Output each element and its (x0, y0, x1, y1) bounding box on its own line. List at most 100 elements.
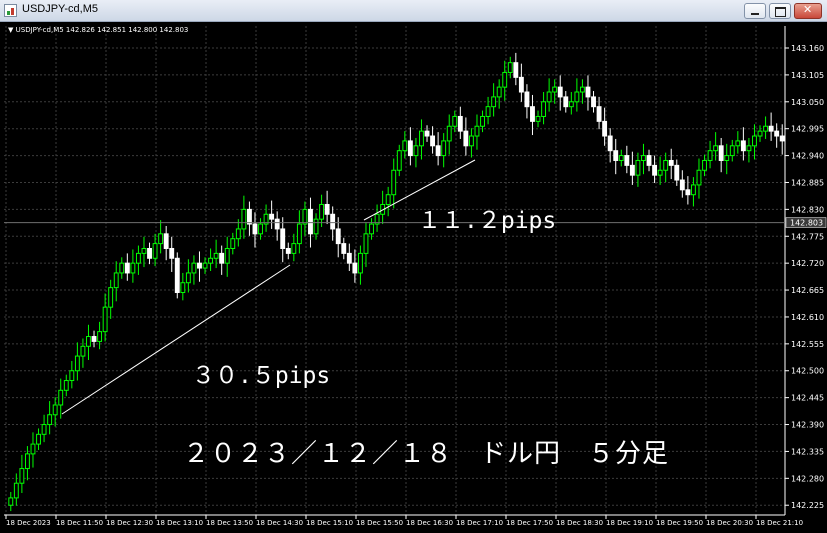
symbol-info-bar: ▼ USDJPY-cd,M5 142.826 142.851 142.800 1… (8, 26, 188, 34)
candle-bull (13, 482, 19, 499)
candle-bull (41, 424, 47, 435)
candle-bear (341, 243, 347, 254)
candle-bull (657, 169, 663, 176)
candle-bull (757, 130, 763, 137)
candle-bear (685, 189, 691, 196)
x-tick-label: 18 Dec 21:10 (756, 519, 803, 527)
candle-bear (169, 247, 175, 259)
candle-bear (563, 96, 569, 108)
candle-bull (419, 130, 424, 147)
candle-bull (135, 252, 141, 264)
candle-bear (613, 150, 619, 161)
candle-bull (635, 159, 641, 176)
x-tick-label: 18 Dec 18:30 (556, 519, 603, 527)
candle-bear (352, 262, 358, 274)
collapse-triangle-icon[interactable]: ▼ (8, 26, 13, 34)
candle-bull (729, 145, 735, 157)
candle-bull (213, 252, 219, 259)
y-tick-label: 142.335 (791, 447, 824, 456)
candle-bull (574, 91, 580, 103)
y-tick-label: 142.830 (791, 205, 824, 214)
minimize-button[interactable] (744, 3, 766, 19)
y-tick-label: 142.665 (791, 286, 824, 295)
candle-bear (346, 252, 352, 264)
candle-bull (707, 150, 713, 161)
candle-bear (252, 223, 258, 235)
candle-bull (313, 218, 319, 235)
y-tick-label: 143.105 (791, 71, 824, 80)
candle-bull (752, 135, 757, 147)
candle-bull (36, 433, 41, 445)
x-tick-label: 18 Dec 19:50 (656, 519, 703, 527)
candle-bull (69, 370, 75, 382)
x-tick-label: 18 Dec 13:10 (156, 519, 203, 527)
candle-bear (197, 262, 202, 269)
symbol-ohlc-text: USDJPY-cd,M5 142.826 142.851 142.800 142… (15, 26, 189, 34)
candle-bull (158, 233, 164, 245)
chart-area[interactable]: 143.160 143.105 143.050 142.995 142.940 142.8… (0, 22, 827, 533)
candle-bull (763, 125, 769, 132)
candle-bull (241, 208, 247, 230)
candle-bear (274, 218, 280, 230)
candle-bear (91, 336, 97, 342)
candle-bull (47, 414, 53, 426)
annotation-chart-caption: ２０２３／１２／１８ ドル円 ５分足 (183, 439, 670, 469)
candle-bear (530, 106, 535, 122)
candle-bear (624, 155, 630, 166)
x-tick-label: 18 Dec 20:30 (706, 519, 753, 527)
candle-bear (174, 257, 180, 294)
candle-bear (163, 233, 169, 249)
candle-bull (385, 194, 391, 205)
candle-bull (480, 115, 485, 127)
candle-bear (430, 135, 436, 147)
candle-bull (185, 272, 191, 284)
candle-bull (208, 257, 214, 264)
candle-bull (535, 115, 541, 122)
candle-bull (224, 247, 230, 264)
candle-bull (296, 223, 302, 245)
candle-bull (396, 150, 402, 171)
y-tick-label: 142.500 (791, 367, 824, 376)
y-tick-label: 142.280 (791, 474, 824, 483)
x-tick-label: 18 Dec 15:10 (306, 519, 353, 527)
candle-bear (674, 164, 680, 181)
candle-bull (485, 106, 491, 117)
candle-bear (407, 140, 413, 157)
candle-bull (97, 331, 103, 342)
candle-bear (219, 252, 225, 264)
candle-bear (335, 228, 341, 245)
candle-bull (8, 497, 14, 506)
candle-bull (452, 115, 458, 127)
candle-bear (607, 135, 613, 152)
candle-bull (496, 86, 502, 98)
candle-bull (357, 252, 363, 274)
candle-bear (246, 208, 252, 225)
candle-bear (513, 62, 519, 78)
x-tick-label: 18 Dec 11:50 (56, 519, 103, 527)
candle-bear (285, 247, 291, 254)
candle-bull (568, 101, 574, 108)
x-tick-label: 18 Dec 14:30 (256, 519, 303, 527)
candle-bull (702, 159, 707, 171)
candle-bear (718, 145, 724, 161)
candle-bull (413, 145, 419, 157)
candle-bull (690, 184, 696, 196)
candle-bull (141, 247, 147, 254)
y-tick-label: 142.720 (791, 259, 824, 268)
candle-bull (546, 91, 552, 103)
candle-bull (491, 96, 497, 108)
candle-bull (258, 223, 263, 235)
y-tick-label: 142.390 (791, 421, 824, 430)
close-button[interactable] (794, 3, 822, 19)
candle-bull (402, 140, 408, 152)
x-tick-label: 18 Dec 15:50 (356, 519, 403, 527)
candle-bull (63, 380, 69, 391)
candle-bull (102, 306, 108, 333)
candle-bull (235, 228, 241, 240)
candle-bear (652, 164, 658, 176)
candle-bull (130, 262, 136, 274)
candle-bear (524, 91, 530, 108)
maximize-button[interactable] (769, 3, 791, 19)
candle-bull (86, 336, 91, 347)
candle-bull (618, 155, 624, 161)
